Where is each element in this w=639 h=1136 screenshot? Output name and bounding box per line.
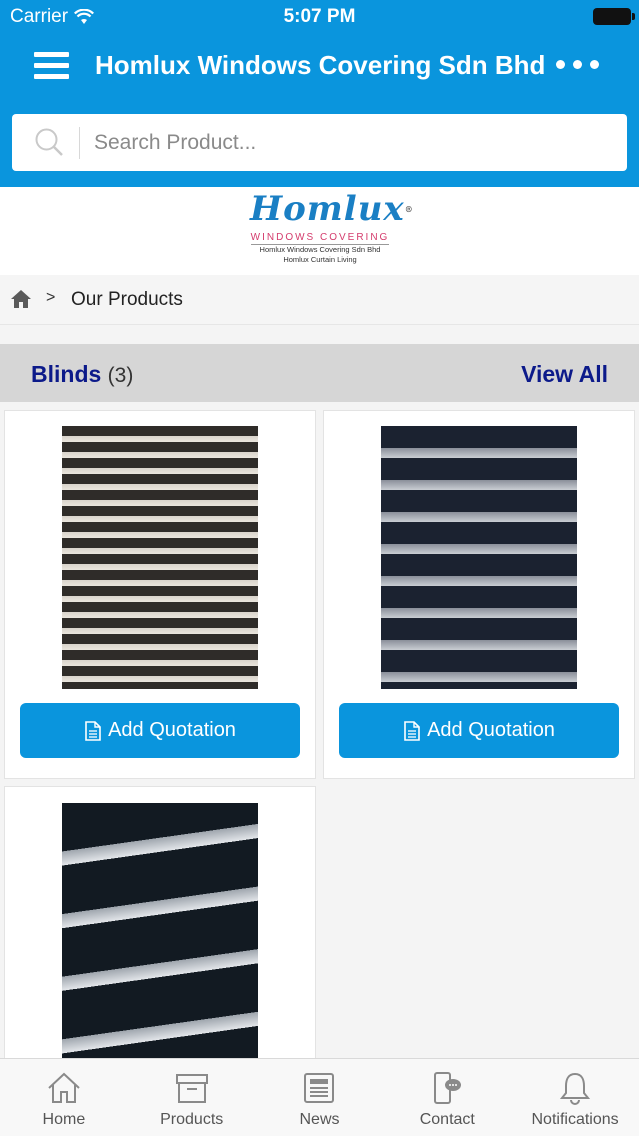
tab-home[interactable]: Home: [0, 1059, 128, 1136]
document-icon: [404, 720, 420, 741]
tab-label: Home: [42, 1111, 86, 1128]
view-all-link[interactable]: View All: [521, 361, 608, 388]
tab-label: Contact: [419, 1111, 475, 1128]
product-image[interactable]: [62, 426, 258, 689]
logo-line-1: Homlux Windows Covering Sdn Bhd: [259, 245, 381, 254]
product-card[interactable]: Add Quotation: [323, 410, 635, 779]
logo-tagline: WINDOWS COVERING: [250, 232, 390, 245]
tab-news[interactable]: News: [256, 1059, 384, 1136]
tab-contact[interactable]: Contact: [383, 1059, 511, 1136]
add-quotation-button[interactable]: Add Quotation: [20, 703, 300, 758]
logo-line-2: Homlux Curtain Living: [283, 255, 357, 264]
more-options-icon[interactable]: [556, 60, 599, 69]
search-divider: [79, 127, 80, 159]
tab-label: News: [299, 1111, 340, 1128]
add-quotation-button[interactable]: Add Quotation: [339, 703, 619, 758]
home-icon: [48, 1072, 80, 1103]
newspaper-icon: [304, 1073, 335, 1103]
search-icon: [35, 128, 63, 156]
category-count: (3): [107, 364, 134, 387]
product-card[interactable]: [4, 786, 316, 1086]
breadcrumb: > Our Products: [0, 275, 639, 325]
phone-chat-icon: [434, 1072, 462, 1104]
bottom-tab-bar: Home Products News Contact Notifications: [0, 1058, 639, 1136]
top-app-bar: Carrier 5:07 PM Homlux Windows Covering …: [0, 0, 639, 187]
status-bar: Carrier 5:07 PM: [0, 0, 639, 34]
product-image[interactable]: [62, 803, 258, 1063]
battery-icon: [593, 8, 635, 25]
product-card[interactable]: Add Quotation: [4, 410, 316, 779]
category-title: Blinds (3): [31, 361, 133, 388]
search-input[interactable]: [94, 124, 614, 161]
home-icon[interactable]: [10, 289, 32, 309]
category-header: Blinds (3) View All: [0, 344, 639, 402]
tab-label: Notifications: [531, 1111, 619, 1128]
add-quotation-label: Add Quotation: [108, 719, 236, 741]
chevron-right-icon: >: [46, 289, 56, 306]
product-image[interactable]: [381, 426, 577, 689]
tab-products[interactable]: Products: [128, 1059, 256, 1136]
bell-icon: [559, 1072, 591, 1105]
breadcrumb-current: Our Products: [71, 289, 183, 310]
logo-brand: Homlux: [250, 189, 405, 229]
document-icon: [85, 720, 101, 741]
navigation-bar: Homlux Windows Covering Sdn Bhd: [0, 38, 639, 94]
search-bar: [12, 114, 627, 171]
box-icon: [175, 1074, 208, 1103]
logo-banner: Homlux® WINDOWS COVERING Homlux Windows …: [0, 187, 639, 275]
add-quotation-label: Add Quotation: [427, 719, 555, 741]
menu-icon[interactable]: [34, 52, 69, 79]
tab-label: Products: [160, 1111, 224, 1128]
page-title: Homlux Windows Covering Sdn Bhd: [95, 50, 546, 80]
status-time: 5:07 PM: [283, 6, 356, 27]
company-logo: Homlux® WINDOWS COVERING Homlux Windows …: [250, 189, 414, 264]
category-name: Blinds: [31, 361, 102, 387]
tab-notifications[interactable]: Notifications: [511, 1059, 639, 1136]
